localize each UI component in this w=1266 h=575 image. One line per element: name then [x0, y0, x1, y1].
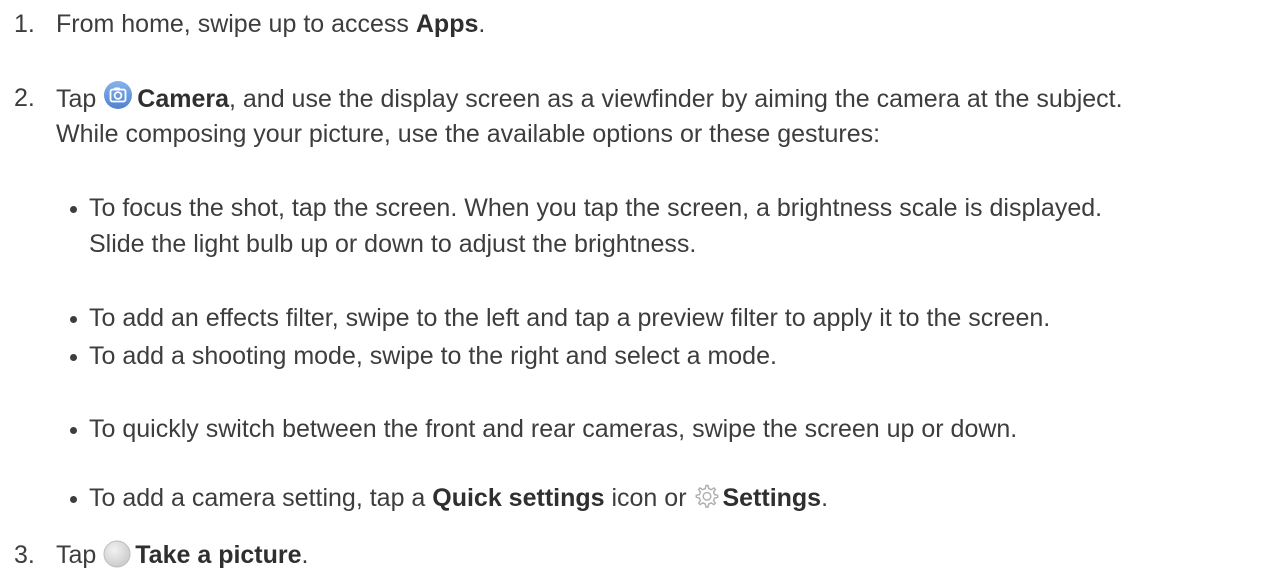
quick-settings-label: Quick settings: [432, 484, 605, 512]
step-text: Tap Camera, and use the display screen a…: [56, 80, 1256, 117]
apps-label: Apps: [415, 10, 479, 38]
step-text-part: Tap: [56, 85, 104, 113]
step-text-part: , and use the display screen as a viewfi…: [229, 85, 1123, 113]
bullet-text-part: To add a camera setting, tap a: [89, 484, 433, 512]
settings-label: Settings: [722, 484, 822, 512]
bullet-text: To add a shooting mode, swipe to the rig…: [89, 342, 777, 370]
bullet-text: To add an effects filter, swipe to the l…: [89, 304, 1051, 332]
step-number: 1.: [14, 10, 35, 38]
step-number: 3.: [14, 541, 35, 569]
step-text-part: .: [301, 541, 309, 569]
step-text-part: Tap: [56, 541, 104, 569]
step-text: While composing your picture, use the av…: [56, 120, 881, 148]
bullet-text: To quickly switch between the front and …: [89, 415, 1018, 443]
step-text-part: .: [478, 10, 486, 38]
bullet-dot: [70, 427, 77, 434]
bullet-dot: [70, 316, 77, 323]
camera-label: Camera: [137, 85, 229, 113]
step-text: From home, swipe up to access Apps.: [56, 6, 1256, 42]
step-number: 2.: [14, 84, 35, 112]
take-picture-label: Take a picture: [135, 541, 302, 569]
bullet-text: To focus the shot, tap the screen. When …: [89, 194, 1103, 222]
bullet-dot: [70, 354, 77, 361]
step-text: Tap Take a picture.: [56, 537, 1256, 573]
bullet-text-part: .: [821, 484, 829, 512]
bullet-text: To add a camera setting, tap a Quick set…: [89, 480, 828, 516]
shutter-button-icon: [103, 540, 131, 568]
step-text-part: From home, swipe up to access: [56, 10, 416, 38]
gear-icon: [696, 484, 719, 508]
bullet-dot: [70, 206, 77, 213]
bullet-text-part: icon or: [604, 484, 694, 512]
bullet-text: Slide the light bulb up or down to adjus…: [89, 230, 697, 258]
camera-icon: [104, 81, 133, 109]
bullet-dot: [70, 496, 77, 503]
